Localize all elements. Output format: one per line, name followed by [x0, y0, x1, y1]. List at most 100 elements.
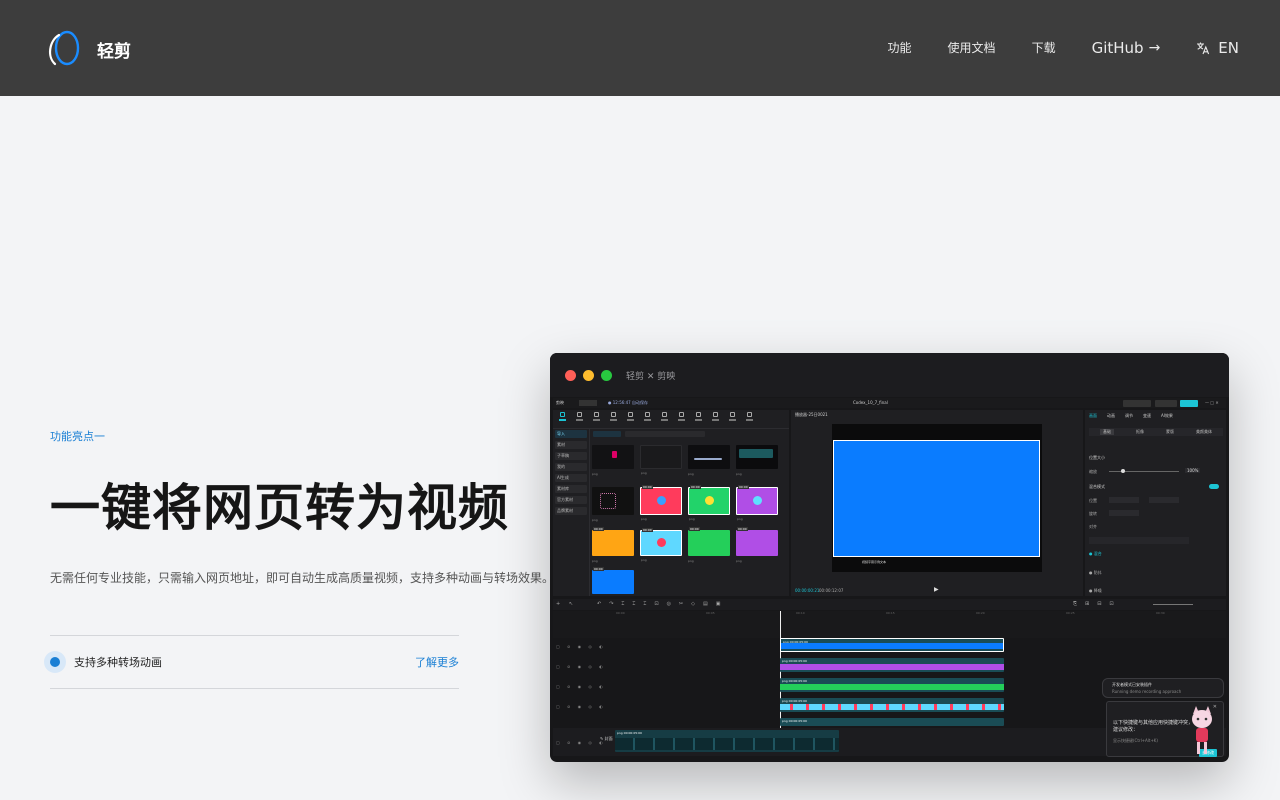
sidebar-item-import[interactable]: 导入 [555, 430, 587, 438]
nav-link-docs[interactable]: 使用文档 [948, 39, 996, 57]
media-thumb[interactable]: 00:00 png [736, 527, 778, 563]
window-maximize-icon[interactable] [601, 370, 612, 381]
subtab-mask[interactable]: 蒙版 [1166, 429, 1174, 435]
brand-logo-icon[interactable] [45, 29, 81, 67]
tab-animation[interactable]: 动画 [1107, 413, 1115, 419]
timeline-track: ▢ ⊘ ◉ ◎ ◐ png 00:00:05:00 [553, 638, 1226, 658]
plugin-icon[interactable] [729, 412, 736, 424]
media-thumb[interactable]: 00:00 [592, 567, 634, 594]
subtab-basic[interactable]: 基础 [1100, 429, 1114, 435]
media-search-input[interactable] [625, 431, 705, 437]
caption-text: 视频字幕示例文本 [862, 560, 887, 564]
scale-slider[interactable] [1109, 469, 1179, 473]
tab-picture[interactable]: 画面 [1089, 413, 1097, 419]
media-thumb[interactable]: png [592, 487, 634, 522]
blend-toggle[interactable] [1209, 484, 1219, 489]
media-panel: 导入 素材 子草稿 我的 AI生成 素材库 官方素材 品牌素材 png png … [553, 410, 789, 596]
align-toolbar[interactable] [1089, 537, 1189, 544]
media-icon[interactable] [559, 412, 566, 424]
track-controls[interactable]: ▢ ⊘ ◉ ◎ ◐ [556, 684, 606, 689]
media-thumb[interactable]: 00:00 png [736, 485, 778, 521]
tab-ai-effects[interactable]: AI效果 [1161, 413, 1173, 419]
nav-link-features[interactable]: 功能 [888, 39, 912, 57]
feature-row[interactable]: 支持多种转场动画 了解更多 [44, 650, 459, 674]
import-button[interactable] [593, 431, 621, 437]
filter-icon[interactable] [678, 412, 685, 424]
timeline-view-tools[interactable]: ⎘⊞⊟⊡ [1073, 601, 1122, 607]
sidebar-item-local[interactable]: 素材 [555, 441, 587, 449]
tab-adjust[interactable]: 调节 [1125, 413, 1133, 419]
rotate-input[interactable] [1109, 510, 1139, 516]
cover-button[interactable]: ✎ 封面 [600, 736, 613, 742]
properties-panel: 画面 动画 调节 变速 AI效果 基础 抠像 蒙版 美颜美体 位置大小 缩放 1… [1085, 410, 1226, 596]
caption-icon[interactable] [661, 412, 668, 424]
media-thumb[interactable]: png [640, 445, 682, 475]
publish-button[interactable] [1155, 400, 1177, 407]
sidebar-item-sub[interactable]: 子草稿 [555, 452, 587, 460]
scale-value[interactable]: 100% [1185, 468, 1201, 473]
timeline-clip[interactable]: png 00:00:05:00 [780, 658, 1004, 672]
export-button[interactable] [1180, 400, 1198, 407]
prop-label-align: 对齐 [1089, 524, 1097, 529]
timeline-ruler: 00:00 00:05 00:10 00:15 00:20 00:25 00:3… [553, 611, 1226, 638]
text-icon[interactable] [593, 412, 600, 424]
timeline-toolbar: + ↖ ↶↷⌶⌶⌶⊡◎✂◇▤▣ ⎘⊞⊟⊡ [553, 599, 1226, 610]
pointer-tool-icon[interactable]: ↖ [569, 601, 573, 607]
effects-icon[interactable] [627, 412, 634, 424]
media-toolbar [559, 412, 753, 424]
zoom-slider[interactable] [1153, 604, 1193, 605]
share-button[interactable] [1123, 400, 1151, 407]
plugin-notice-toast[interactable]: 开发者模式已安装插件 Running demo recording approa… [1102, 678, 1224, 698]
play-icon[interactable]: ▶ [934, 586, 939, 593]
main-video-clip[interactable]: png 00:00:05:00 [615, 730, 839, 752]
video-frame[interactable] [833, 440, 1040, 557]
sidebar-item-library[interactable]: 我的 [555, 463, 587, 471]
sidebar-item-ai[interactable]: AI生成 [555, 474, 587, 482]
subtab-cutout[interactable]: 抠像 [1136, 429, 1144, 435]
sidebar-item-official[interactable]: 官方素材 [555, 496, 587, 504]
media-thumb[interactable]: 00:00 png [688, 527, 730, 563]
position-y-input[interactable] [1149, 497, 1179, 503]
track-controls[interactable]: ▢ ⊘ ◉ ◎ ◐ [556, 664, 606, 669]
audio-icon[interactable] [576, 412, 583, 424]
timeline-clip[interactable]: png 00:00:05:00 [780, 698, 1004, 712]
timeline-clip[interactable]: png 00:00:05:00 [780, 718, 1004, 726]
menu-button[interactable] [579, 400, 597, 406]
window-close-icon[interactable] [565, 370, 576, 381]
track-controls[interactable]: ▢ ⊘ ◉ ◎ ◐ [556, 704, 606, 709]
transition-icon[interactable] [644, 412, 651, 424]
more-icon[interactable] [746, 412, 753, 424]
player-canvas[interactable]: 视频字幕示例文本 [832, 424, 1042, 572]
nav-link-download[interactable]: 下载 [1032, 39, 1056, 57]
media-thumb[interactable]: 00:00 png [592, 527, 634, 563]
select-tool-icon[interactable]: + [556, 601, 560, 607]
media-thumb[interactable]: 00:00 png [640, 528, 682, 562]
media-thumb[interactable]: 00:00 png [640, 485, 682, 521]
window-minimize-icon[interactable] [583, 370, 594, 381]
sidebar-item-lib2[interactable]: 素材库 [555, 485, 587, 493]
dialog-hint: 显示快捷键(Ctrl+Alt+K) [1113, 738, 1158, 743]
timeline-clip[interactable]: png 00:00:05:00 [780, 678, 1004, 692]
feature-more-link[interactable]: 了解更多 [415, 654, 459, 670]
track-controls[interactable]: ▢ ⊘ ◉ ◎ ◐ [556, 740, 606, 745]
sticker-icon[interactable] [610, 412, 617, 424]
media-thumb[interactable]: 00:00 png [688, 485, 730, 521]
player-label: 播放器-25日0021 [795, 412, 828, 417]
sidebar-item-brand[interactable]: 品牌素材 [555, 507, 587, 515]
media-thumb[interactable]: png [688, 445, 730, 476]
timeline-clip[interactable]: png 00:00:05:00 [780, 638, 1004, 652]
media-thumb[interactable]: png [592, 445, 634, 476]
position-x-input[interactable] [1109, 497, 1139, 503]
window-controls[interactable]: — □ ✕ [1205, 400, 1219, 405]
edit-tools[interactable]: ↶↷⌶⌶⌶⊡◎✂◇▤▣ [597, 601, 728, 607]
github-link[interactable]: GitHub → [1092, 39, 1161, 57]
template-icon[interactable] [712, 412, 719, 424]
track-controls[interactable]: ▢ ⊘ ◉ ◎ ◐ [556, 644, 606, 649]
language-switch[interactable]: EN [1196, 39, 1239, 57]
media-thumb[interactable]: png [736, 445, 778, 476]
brand-name[interactable]: 轻剪 [97, 37, 131, 62]
adjust-icon[interactable] [695, 412, 702, 424]
tab-speed[interactable]: 变速 [1143, 413, 1151, 419]
translate-icon [1197, 42, 1210, 55]
subtab-beauty[interactable]: 美颜美体 [1196, 429, 1212, 435]
